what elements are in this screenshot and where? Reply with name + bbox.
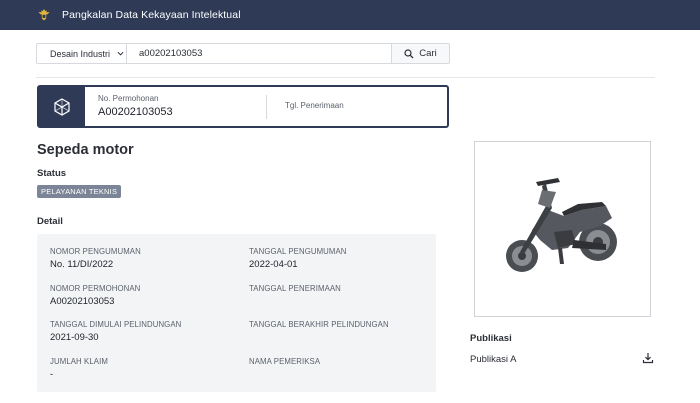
detail-field: TANGGAL PENGUMUMAN 2022-04-01	[249, 247, 347, 270]
page-title: Sepeda motor	[37, 142, 134, 158]
detail-field-key: JUMLAH KLAIM	[50, 357, 108, 366]
detail-field-key: NOMOR PENGUMUMAN	[50, 247, 141, 256]
detail-field-key: TANGGAL BERAKHIR PELINDUNGAN	[249, 320, 389, 329]
received-date-field: Tgl. Penerimaan	[285, 101, 344, 110]
detail-panel: NOMOR PENGUMUMAN No. 11/DI/2022 TANGGAL …	[37, 234, 436, 392]
application-number-value: A00202103053	[98, 106, 173, 118]
detail-field: TANGGAL DIMULAI PELINDUNGAN 2021-09-30	[50, 320, 181, 343]
design-image-frame[interactable]	[474, 141, 651, 317]
detail-field-value: No. 11/DI/2022	[50, 259, 114, 270]
motorcycle-design-image	[506, 178, 617, 272]
search-button-label: Cari	[419, 48, 437, 59]
detail-field: NOMOR PERMOHONAN A00202103053	[50, 284, 140, 307]
received-date-label: Tgl. Penerimaan	[285, 101, 344, 110]
application-icon-box	[39, 87, 85, 126]
status-label: Status	[37, 168, 67, 179]
search-bar: Desain Industri Cari	[36, 43, 450, 64]
detail-field-value: 2022-04-01	[249, 259, 298, 270]
search-input[interactable]	[127, 43, 392, 64]
search-button[interactable]: Cari	[392, 43, 450, 64]
detail-field-key: NOMOR PERMOHONAN	[50, 284, 141, 293]
detail-field-key: TANGGAL DIMULAI PELINDUNGAN	[50, 320, 182, 329]
detail-field: NAMA PEMERIKSA	[249, 357, 320, 369]
garuda-emblem-icon[interactable]	[37, 8, 51, 22]
ip-type-selected: Desain Industri	[50, 48, 111, 59]
detail-field: JUMLAH KLAIM -	[50, 357, 108, 380]
chevron-down-icon	[117, 51, 124, 56]
status-badge: PELAYANAN TEKNIS	[37, 185, 122, 198]
detail-field-value: 2021-09-30	[50, 332, 99, 343]
detail-field: TANGGAL BERAKHIR PELINDUNGAN	[249, 320, 389, 332]
application-number-field: No. Permohonan A00202103053	[98, 94, 173, 118]
detail-field-value: A00202103053	[50, 296, 115, 307]
detail-field-key: TANGGAL PENGUMUMAN	[249, 247, 347, 256]
app-title: Pangkalan Data Kekayaan Intelektual	[62, 9, 241, 21]
detail-label: Detail	[37, 216, 63, 227]
top-navbar: Pangkalan Data Kekayaan Intelektual	[0, 0, 700, 30]
application-number-label: No. Permohonan	[98, 94, 159, 103]
ip-type-dropdown[interactable]: Desain Industri	[36, 43, 127, 64]
publication-item[interactable]: Publikasi A	[470, 354, 516, 365]
publication-title: Publikasi	[470, 333, 512, 344]
divider	[36, 77, 655, 78]
detail-field-key: NAMA PEMERIKSA	[249, 357, 321, 366]
card-separator	[266, 95, 267, 119]
application-summary-card: No. Permohonan A00202103053 Tgl. Penerim…	[37, 85, 449, 128]
download-icon[interactable]	[642, 352, 654, 364]
detail-field: NOMOR PENGUMUMAN No. 11/DI/2022	[50, 247, 141, 270]
search-icon	[404, 48, 414, 58]
detail-field: TANGGAL PENERIMAAN	[249, 284, 341, 296]
detail-field-key: TANGGAL PENERIMAAN	[249, 284, 341, 293]
cube-icon	[54, 97, 70, 116]
detail-field-value: -	[50, 369, 54, 380]
